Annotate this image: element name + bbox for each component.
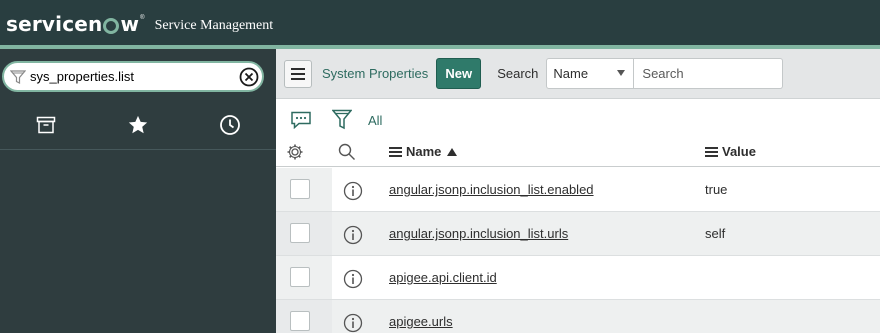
column-header-name[interactable]: Name — [389, 144, 458, 159]
row-checkbox[interactable] — [290, 223, 310, 243]
info-icon[interactable] — [343, 313, 363, 333]
gear-icon[interactable] — [286, 143, 304, 161]
logo-text-prefix: servicen — [6, 12, 103, 36]
row-value: self — [705, 226, 726, 241]
filter-funnel-icon[interactable] — [332, 109, 352, 131]
table-row: angular.jsonp.inclusion_list.enabled tru… — [276, 168, 880, 212]
archive-icon — [36, 116, 56, 134]
navigator-divider — [0, 149, 276, 150]
logo-o-mark — [103, 18, 120, 34]
navigator-filter-input[interactable] — [30, 69, 230, 84]
row-checkbox[interactable] — [290, 311, 310, 331]
row-select-cell — [276, 212, 332, 255]
activity-stream-icon[interactable] — [290, 111, 312, 129]
row-select-cell — [276, 168, 332, 211]
hamburger-menu-icon — [291, 67, 305, 80]
column-header-value[interactable]: Value — [705, 144, 756, 159]
search-input[interactable] — [634, 58, 784, 89]
list-view: System Properties New Search Name All — [276, 49, 880, 333]
navigator-filter[interactable] — [2, 61, 264, 92]
info-icon[interactable] — [343, 225, 363, 245]
table-row: angular.jsonp.inclusion_list.urls self — [276, 212, 880, 256]
servicenow-logo[interactable]: servicen w ® — [6, 12, 145, 36]
table-row: apigee.urls — [276, 300, 880, 333]
search-field-select[interactable]: Name — [546, 58, 635, 89]
column-header-value-label: Value — [722, 144, 756, 159]
row-select-cell — [276, 300, 332, 333]
column-menu-icon[interactable] — [705, 146, 718, 157]
top-header: servicen w ® Service Management — [0, 0, 880, 49]
column-header-row: Name Value — [276, 137, 880, 167]
list-rows: angular.jsonp.inclusion_list.enabled tru… — [276, 168, 880, 333]
info-icon[interactable] — [343, 181, 363, 201]
app-title: Service Management — [154, 18, 274, 33]
row-name-link[interactable]: apigee.urls — [389, 314, 453, 329]
table-row: apigee.api.client.id — [276, 256, 880, 300]
info-icon[interactable] — [343, 269, 363, 289]
row-checkbox[interactable] — [290, 179, 310, 199]
row-select-cell — [276, 256, 332, 299]
navigator-tabs — [0, 105, 276, 145]
search-icon[interactable] — [338, 143, 356, 161]
list-header-bar: System Properties New Search Name — [276, 49, 880, 99]
list-menu-button[interactable] — [284, 59, 312, 88]
logo-text-suffix: w — [120, 12, 140, 36]
tab-history[interactable] — [184, 105, 276, 145]
sort-ascending-icon — [447, 147, 458, 156]
history-clock-icon — [220, 115, 240, 135]
tab-favorites[interactable] — [92, 105, 184, 145]
row-name-link[interactable]: angular.jsonp.inclusion_list.enabled — [389, 182, 594, 197]
row-name-link[interactable]: apigee.api.client.id — [389, 270, 497, 285]
row-value: true — [705, 182, 728, 197]
breadcrumb-all[interactable]: All — [368, 113, 382, 128]
star-icon — [128, 115, 148, 134]
application-navigator — [0, 49, 276, 333]
breadcrumb: All — [276, 107, 880, 133]
caret-down-icon — [617, 70, 626, 76]
clear-x-circle-icon[interactable] — [239, 67, 259, 87]
row-name-link[interactable]: angular.jsonp.inclusion_list.urls — [389, 226, 568, 241]
row-checkbox[interactable] — [290, 267, 310, 287]
column-menu-icon[interactable] — [389, 146, 402, 157]
logo-registered-mark: ® — [140, 15, 145, 21]
column-header-name-label: Name — [406, 144, 442, 159]
funnel-icon — [10, 69, 26, 84]
list-title[interactable]: System Properties — [322, 66, 428, 81]
new-button[interactable]: New — [436, 58, 482, 89]
search-label: Search — [497, 66, 539, 81]
search-field-selected: Name — [553, 66, 589, 81]
tab-all-applications[interactable] — [0, 105, 92, 145]
